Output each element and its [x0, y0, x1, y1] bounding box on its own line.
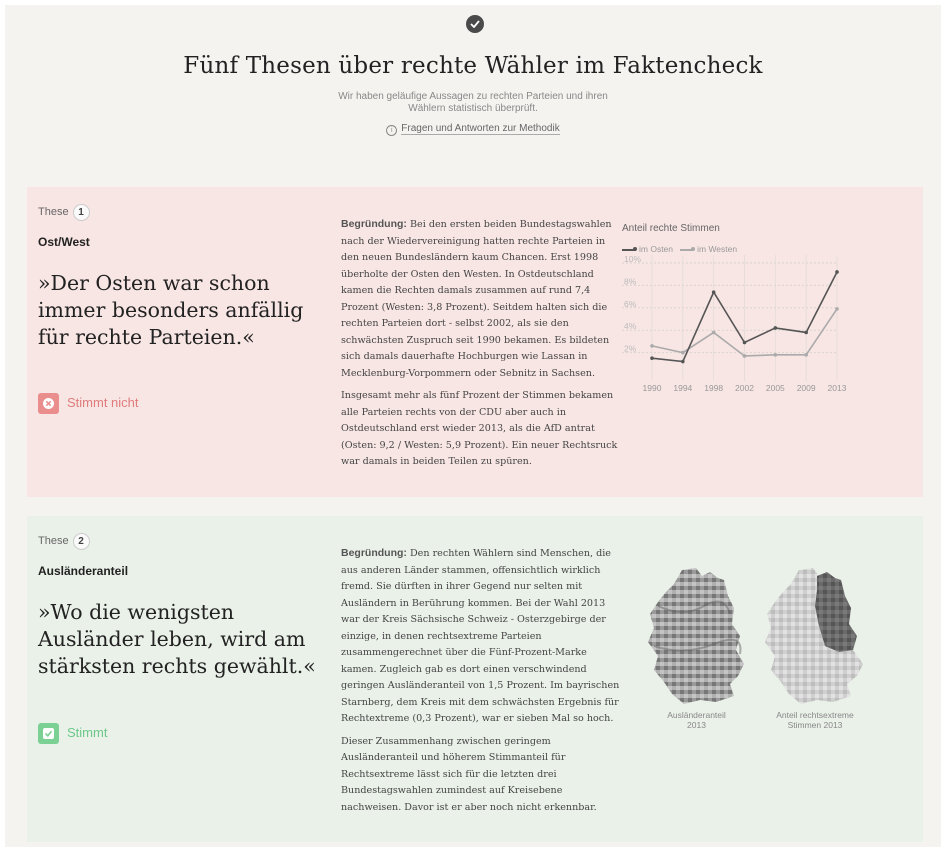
- map-caption-2-line1: Anteil rechtsextreme: [776, 710, 854, 720]
- these-label: These 1: [38, 204, 90, 221]
- check-circle-icon: [466, 15, 484, 33]
- x-tick-label: 2002: [735, 383, 754, 393]
- method-link-label[interactable]: Fragen und Antworten zur Methodik: [401, 123, 560, 135]
- check-icon: [38, 723, 59, 744]
- reason-body: Bei den ersten beiden Bundestagswahlen n…: [341, 219, 612, 379]
- data-point: [742, 354, 747, 358]
- data-point: [711, 290, 716, 294]
- reason-text: Begründung: Bei den ersten beiden Bundes…: [341, 216, 623, 477]
- reason-body: Den rechten Wählern sind Menschen, die a…: [341, 548, 620, 724]
- data-point: [711, 330, 716, 335]
- x-tick-label: 1994: [673, 383, 692, 393]
- y-tick-label: 2%: [624, 344, 637, 354]
- chart-title: Anteil rechte Stimmen: [622, 223, 720, 234]
- these-label: These 2: [38, 533, 90, 550]
- these-label-text: These: [38, 206, 69, 218]
- map-caption-1: Ausländeranteil 2013: [644, 710, 749, 730]
- page-subtitle: Wir haben geläufige Aussagen zu rechten …: [338, 91, 608, 114]
- data-point: [804, 330, 808, 335]
- data-point: [835, 307, 839, 311]
- y-tick-label: 6%: [624, 299, 637, 309]
- y-tick-label: 10%: [624, 255, 641, 264]
- reason-body-2: Insgesamt mehr als fünf Prozent der Stim…: [341, 390, 618, 467]
- these-number: 1: [72, 204, 90, 221]
- these-quote: »Der Osten war schon immer besonders anf…: [38, 271, 304, 349]
- reason-lead: Begründung:: [341, 218, 407, 230]
- reason-body-2: Dieser Zusammenhang zwischen geringem Au…: [341, 735, 597, 813]
- these-label-text: These: [38, 535, 69, 547]
- reason-text: Begründung: Den rechten Wählern sind Men…: [341, 545, 623, 822]
- line-chart: 2% 4% 6% 8% 10% 1990 1994 1998 2002 2005 2009 2013: [622, 255, 847, 393]
- page: Fünf Thesen über rechte Wähler im Fakten…: [5, 5, 941, 847]
- these-card-2: These 2 Ausländeranteil »Wo die wenigsten…: [27, 516, 923, 842]
- y-tick-label: 8%: [624, 276, 637, 286]
- x-tick-label: 1998: [704, 383, 723, 393]
- y-tick-label: 4%: [624, 321, 637, 331]
- these-topic: Ausländeranteil: [38, 564, 129, 578]
- verdict: Stimmt nicht: [38, 393, 139, 414]
- data-point: [742, 340, 747, 345]
- data-point: [773, 326, 778, 330]
- data-point: [650, 344, 654, 348]
- data-point: [804, 353, 808, 357]
- x-tick-label: 2013: [828, 383, 847, 393]
- reason-lead: Begründung:: [341, 547, 407, 559]
- close-icon: [38, 393, 59, 414]
- germany-map-icon: [765, 568, 863, 704]
- data-point: [681, 350, 685, 355]
- page-title: Fünf Thesen über rechte Wähler im Fakten…: [183, 53, 763, 79]
- these-quote: »Wo die wenigsten Ausländer leben, wird …: [38, 600, 316, 678]
- verdict-label: Stimmt nicht: [67, 394, 139, 410]
- germany-map-icon: [648, 568, 744, 704]
- map-caption-2-line2: Stimmen 2013: [787, 720, 843, 730]
- legend-label-osten: im Osten: [639, 244, 674, 254]
- data-point: [681, 359, 685, 364]
- legend-swatch-osten: [622, 246, 637, 251]
- data-point: [835, 270, 839, 274]
- data-point: [650, 356, 654, 360]
- x-tick-label: 2009: [797, 383, 816, 393]
- legend-swatch-westen: [680, 246, 696, 251]
- legend-label-westen: im Westen: [697, 244, 738, 254]
- these-number: 2: [72, 533, 90, 550]
- map-caption-2: Anteil rechtsextreme Stimmen 2013: [759, 710, 871, 730]
- map-caption-1-line1: Ausländeranteil: [667, 710, 726, 720]
- method-link[interactable]: i Fragen und Antworten zur Methodik: [305, 123, 641, 136]
- verdict-label: Stimmt: [67, 724, 108, 740]
- these-topic: Ost/West: [38, 235, 90, 249]
- x-tick-label: 1990: [643, 383, 662, 393]
- info-icon: i: [386, 125, 398, 136]
- data-point: [773, 353, 778, 357]
- chart-legend: im Osten im Westen: [622, 244, 737, 254]
- map-caption-1-line2: 2013: [687, 720, 706, 730]
- x-tick-label: 2005: [766, 383, 785, 393]
- verdict: Stimmt: [38, 723, 107, 744]
